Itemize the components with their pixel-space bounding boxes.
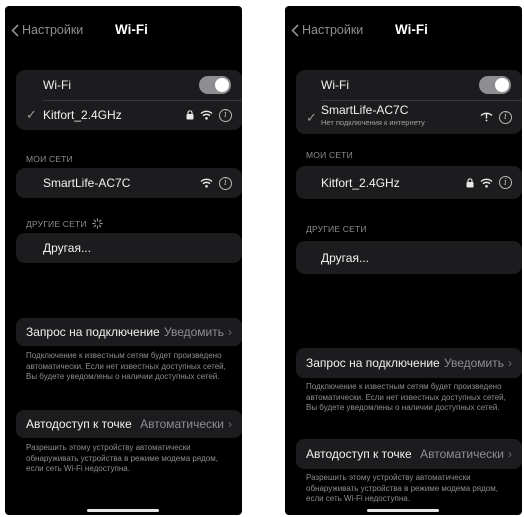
network-icons: i	[480, 110, 512, 124]
nav-bar: Настройки Wi-Fi	[285, 22, 522, 44]
network-icons: i	[186, 108, 232, 122]
hotspot-value-text: Автоматически	[140, 417, 224, 431]
my-networks-label: МОИ СЕТИ	[26, 154, 73, 164]
hotspot-label: Автодоступ к точке	[306, 447, 412, 461]
my-networks-header: МОИ СЕТИ	[26, 154, 73, 164]
chevron-right-icon: ›	[228, 325, 232, 339]
my-networks-group: SmartLife-AC7C i	[16, 168, 242, 198]
info-icon[interactable]: i	[499, 176, 512, 189]
toggle-knob	[215, 78, 229, 92]
checkmark-icon: ✓	[306, 110, 317, 125]
home-indicator[interactable]	[367, 509, 439, 512]
page-title: Wi-Fi	[395, 22, 428, 37]
chevron-left-icon	[11, 23, 19, 37]
hotspot-note: Разрешить этому устройству автоматически…	[26, 443, 218, 473]
ask-join-value-text: Уведомить	[164, 325, 224, 339]
other-networks-label: ДРУГИЕ СЕТИ	[26, 218, 87, 229]
network-name: SmartLife-AC7C	[43, 176, 131, 190]
wifi-toggle-row: Wi-Fi	[16, 70, 242, 100]
other-networks-group: Другая...	[296, 241, 522, 274]
network-name: Kitfort_2.4GHz	[43, 108, 122, 122]
other-networks-header: ДРУГИЕ СЕТИ	[26, 218, 103, 229]
ask-join-label: Запрос на подключение	[26, 325, 160, 339]
other-networks-group: Другая...	[16, 233, 242, 263]
network-name: SmartLife-AC7C	[321, 103, 409, 117]
lock-icon	[466, 177, 474, 187]
back-label: Настройки	[302, 23, 364, 37]
chevron-right-icon: ›	[508, 356, 512, 370]
chevron-right-icon: ›	[228, 417, 232, 431]
info-icon[interactable]: i	[219, 108, 232, 122]
back-label: Настройки	[22, 23, 84, 37]
other-networks-header: ДРУГИЕ СЕТИ	[306, 224, 367, 234]
network-name: Kitfort_2.4GHz	[321, 175, 400, 190]
other-network-row[interactable]: Другая...	[296, 241, 522, 274]
wifi-label: Wi-Fi	[321, 78, 349, 92]
ask-join-note: Подключение к известным сетям будет прои…	[306, 382, 506, 412]
my-network-row[interactable]: SmartLife-AC7C i	[16, 168, 242, 198]
wifi-toggle-row: Wi-Fi	[296, 70, 522, 100]
connected-network-row[interactable]: ✓ SmartLife-AC7C Нет подключения к интер…	[296, 100, 522, 134]
wifi-group: Wi-Fi ✓ SmartLife-AC7C Нет подключения к…	[296, 70, 522, 134]
hotspot-label: Автодоступ к точке	[26, 417, 132, 431]
hotspot-value: Автоматически ›	[140, 417, 232, 431]
wifi-no-internet-icon	[480, 112, 493, 122]
loading-spinner-icon	[91, 218, 103, 229]
ask-join-value-text: Уведомить	[444, 356, 504, 370]
hotspot-row[interactable]: Автодоступ к точке Автоматически ›	[296, 439, 522, 469]
wifi-group: Wi-Fi ✓ Kitfort_2.4GHz i	[16, 70, 242, 130]
other-networks-label: ДРУГИЕ СЕТИ	[306, 224, 367, 234]
network-status: Нет подключения к интернету	[321, 118, 425, 127]
ask-join-note: Подключение к известным сетям будет прои…	[26, 351, 226, 381]
network-icons: i	[466, 176, 512, 189]
ask-join-label: Запрос на подключение	[306, 356, 440, 370]
ask-join-value: Уведомить ›	[444, 356, 512, 370]
other-network-row[interactable]: Другая...	[16, 233, 242, 263]
chevron-left-icon	[291, 23, 299, 37]
network-icons: i	[200, 176, 232, 190]
page-title: Wi-Fi	[115, 22, 148, 37]
wifi-signal-icon	[200, 110, 213, 120]
ask-join-row[interactable]: Запрос на подключение Уведомить ›	[16, 318, 242, 346]
hotspot-value: Автоматически ›	[420, 447, 512, 461]
home-indicator[interactable]	[87, 509, 159, 512]
info-icon[interactable]: i	[499, 110, 512, 124]
back-button[interactable]: Настройки	[291, 23, 363, 37]
right-screen: Настройки Wi-Fi Wi-Fi ✓ SmartLife-AC7C Н…	[285, 6, 522, 515]
my-network-row[interactable]: Kitfort_2.4GHz i	[296, 166, 522, 199]
hotspot-value-text: Автоматически	[420, 447, 504, 461]
wifi-toggle[interactable]	[479, 76, 511, 94]
ask-join-value: Уведомить ›	[164, 325, 232, 339]
nav-bar: Настройки Wi-Fi	[5, 22, 242, 44]
checkmark-icon: ✓	[26, 107, 37, 122]
other-label: Другая...	[43, 241, 91, 255]
my-networks-label: МОИ СЕТИ	[306, 150, 353, 160]
wifi-label: Wi-Fi	[43, 78, 71, 92]
info-icon[interactable]: i	[219, 176, 232, 190]
my-networks-group: Kitfort_2.4GHz i	[296, 166, 522, 199]
hotspot-note: Разрешить этому устройству автоматически…	[306, 473, 498, 503]
ask-join-row[interactable]: Запрос на подключение Уведомить ›	[296, 348, 522, 378]
wifi-toggle[interactable]	[199, 76, 231, 94]
chevron-right-icon: ›	[508, 447, 512, 461]
connected-network-row[interactable]: ✓ Kitfort_2.4GHz i	[16, 100, 242, 130]
wifi-signal-icon	[200, 178, 213, 188]
wifi-signal-icon	[480, 178, 493, 188]
hotspot-row[interactable]: Автодоступ к точке Автоматически ›	[16, 410, 242, 438]
other-label: Другая...	[321, 250, 369, 265]
lock-icon	[186, 110, 194, 120]
toggle-knob	[495, 78, 509, 92]
my-networks-header: МОИ СЕТИ	[306, 150, 353, 160]
left-screen: Настройки Wi-Fi Wi-Fi ✓ Kitfort_2.4GHz i…	[5, 6, 242, 515]
back-button[interactable]: Настройки	[11, 23, 83, 37]
